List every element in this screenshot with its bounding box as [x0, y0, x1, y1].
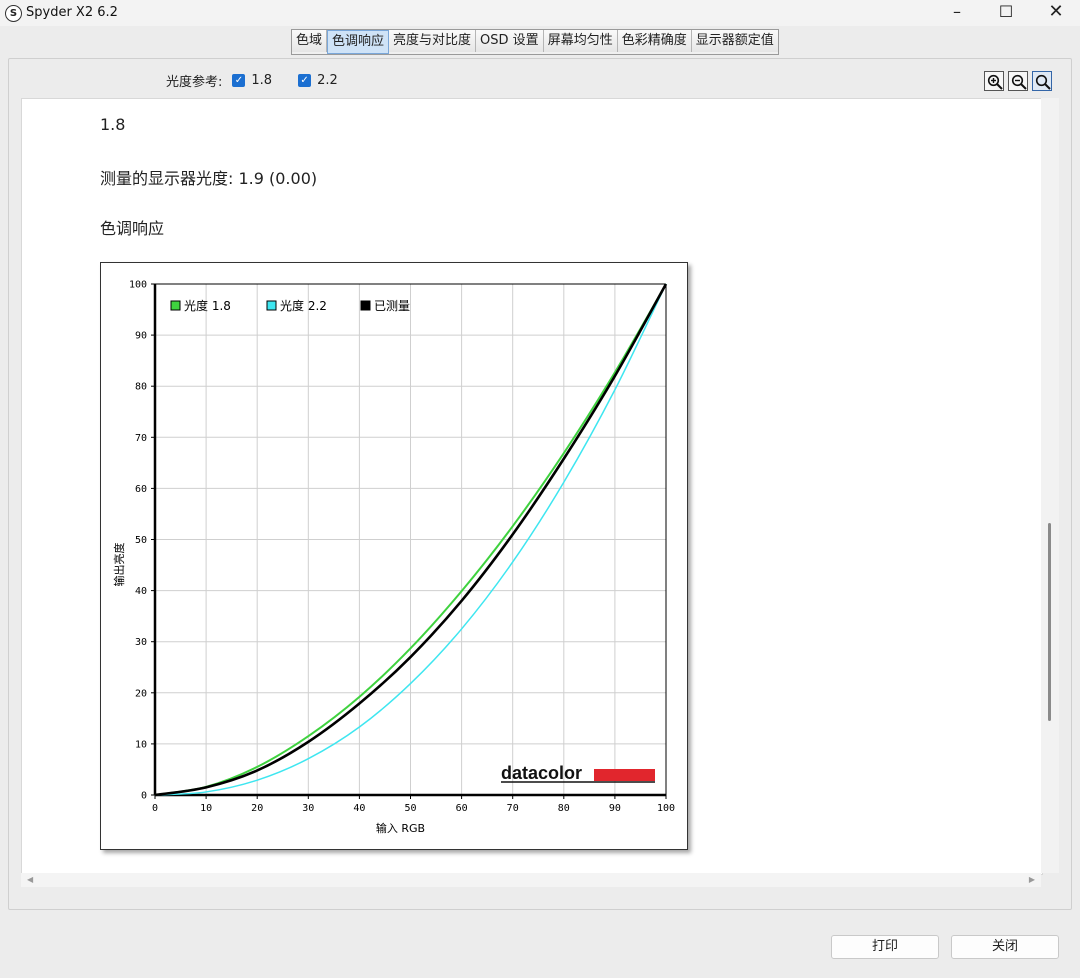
legend-swatch-measured [360, 300, 371, 311]
tab-osd-settings[interactable]: OSD 设置 [476, 30, 544, 52]
measured-gamma-text: 测量的显示器光度: 1.9 (0.00) [100, 169, 318, 188]
checkbox-gamma-2-2-label: 2.2 [317, 72, 338, 88]
print-button[interactable]: 打印 [831, 935, 939, 959]
y-tick-label: 40 [135, 586, 147, 597]
close-button[interactable]: 关闭 [951, 935, 1059, 959]
y-tick-label: 90 [135, 331, 147, 342]
x-tick-label: 0 [152, 803, 158, 814]
legend-label: 光度 1.8 [184, 298, 231, 313]
chart-svg: 0 10 20 30 40 50 60 70 80 90 100 0 10 20 30 40 50 60 70 80 9… [112, 280, 675, 836]
gamma-reference-label: 光度参考: [166, 74, 223, 90]
y-tick-label: 30 [135, 637, 147, 648]
zoom-in-icon [987, 74, 1003, 90]
checkbox-gamma-1-8-label: 1.8 [251, 72, 273, 88]
y-tick-label: 100 [129, 280, 147, 291]
legend-label: 光度 2.2 [280, 298, 327, 313]
title-bar: S Spyder X2 6.2 – ☐ ✕ [0, 0, 1080, 26]
vertical-scroll-thumb[interactable] [1048, 523, 1051, 721]
checkbox-gamma-2-2[interactable]: ✓ [298, 73, 312, 87]
zoom-out-icon [1011, 74, 1027, 90]
tab-display-rating[interactable]: 显示器额定值 [691, 30, 778, 52]
tab-brightness-contrast[interactable]: 亮度与对比度 [389, 30, 477, 52]
zoom-toolbar [984, 71, 1052, 91]
app-icon: S [5, 5, 22, 22]
tab-color-accuracy[interactable]: 色彩精确度 [617, 30, 692, 52]
close-window-button[interactable]: ✕ [1033, 0, 1079, 26]
section-title: 色调响应 [100, 219, 165, 238]
legend-label: 已测量 [374, 299, 410, 313]
y-tick-label: 80 [135, 382, 147, 393]
gamma-heading: 1.8 [100, 115, 126, 134]
zoom-out-button[interactable] [1008, 71, 1028, 91]
zoom-in-button[interactable] [984, 71, 1004, 91]
x-tick-label: 90 [609, 803, 621, 814]
report-content: 1.8 测量的显示器光度: 1.9 (0.00) 色调响应 0 10 20 30 40 5… [21, 98, 1043, 875]
gamma-reference-row: 光度参考: ✓ 1.8 ✓ 2.2 [166, 70, 360, 90]
scroll-left-arrow-icon[interactable]: ◀ [27, 875, 33, 884]
legend-swatch-gamma-2-2 [266, 300, 277, 311]
y-tick-label: 60 [135, 484, 147, 495]
zoom-fit-icon [1035, 74, 1051, 90]
x-axis-label: 输入 RGB [376, 821, 425, 835]
tab-bar: 色域 色调响应 亮度与对比度 OSD 设置 屏幕均匀性 色彩精确度 显示器额定值 [291, 29, 779, 55]
y-tick-label: 50 [135, 535, 147, 546]
minimize-button[interactable]: – [934, 0, 980, 26]
x-tick-label: 50 [404, 803, 416, 814]
x-tick-label: 10 [200, 803, 212, 814]
x-tick-label: 100 [657, 803, 675, 814]
legend-swatch-gamma-1-8 [170, 300, 181, 311]
x-tick-label: 60 [456, 803, 468, 814]
y-axis-label: 输出亮度 [112, 543, 126, 587]
y-tick-label: 70 [135, 433, 147, 444]
datacolor-logo: datacolor [501, 763, 582, 783]
tab-color-gamut[interactable]: 色域 [292, 30, 328, 52]
x-tick-label: 30 [302, 803, 314, 814]
x-tick-label: 80 [558, 803, 570, 814]
y-tick-label: 0 [141, 791, 147, 802]
y-tick-label: 20 [135, 688, 147, 699]
scroll-right-arrow-icon[interactable]: ▶ [1029, 875, 1035, 884]
checkbox-gamma-1-8[interactable]: ✓ [232, 73, 246, 87]
datacolor-logo-bar [594, 769, 655, 781]
zoom-fit-button[interactable] [1032, 71, 1052, 91]
y-tick-label: 10 [135, 739, 147, 750]
vertical-scrollbar[interactable] [1041, 98, 1059, 873]
x-tick-label: 70 [507, 803, 519, 814]
window-title: Spyder X2 6.2 [26, 5, 118, 20]
tab-tone-response[interactable]: 色调响应 [327, 30, 390, 54]
maximize-button[interactable]: ☐ [983, 0, 1029, 26]
tab-screen-uniformity[interactable]: 屏幕均匀性 [543, 30, 618, 52]
tone-response-chart: 0 10 20 30 40 50 60 70 80 90 100 0 10 20 30 40 50 60 70 80 9… [100, 262, 688, 850]
x-tick-label: 40 [353, 803, 365, 814]
x-tick-label: 20 [251, 803, 263, 814]
horizontal-scrollbar[interactable]: ◀ ▶ [21, 873, 1041, 887]
